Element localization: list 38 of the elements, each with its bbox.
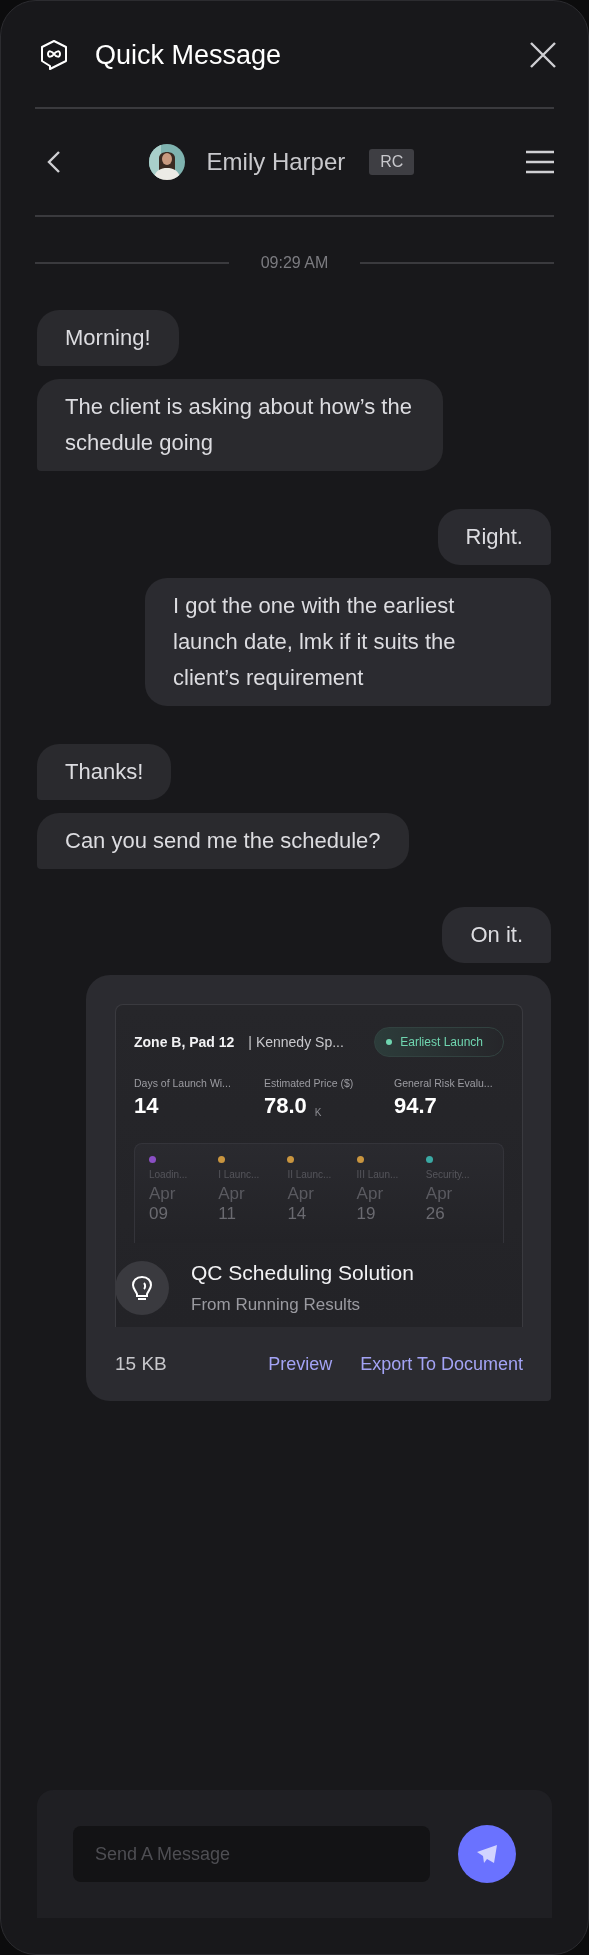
file-subtitle: From Running Results xyxy=(191,1295,362,1315)
file-title: QC Scheduling Solution xyxy=(191,1261,414,1285)
timestamp: 09:29 AM xyxy=(259,254,330,272)
milestone-day: 26 xyxy=(425,1204,495,1224)
status-badge: Earliest Launch xyxy=(374,1027,504,1057)
message-bubble: I got the one with the earliest launch date, lmk if it suits the client’s requirement xyxy=(145,578,551,706)
milestone-day: 11 xyxy=(218,1204,288,1224)
send-icon xyxy=(475,1842,499,1866)
milestone-day: 14 xyxy=(287,1204,357,1224)
file-action-link[interactable]: Preview xyxy=(268,1353,333,1375)
metric-label: Days of Launch Wi... xyxy=(134,1077,232,1089)
chat-logo-icon xyxy=(39,39,69,71)
contact-name: Emily Harper xyxy=(206,148,346,176)
message-bubble: Can you send me the schedule? xyxy=(37,813,409,869)
send-button[interactable] xyxy=(458,1825,516,1883)
back-icon[interactable] xyxy=(47,150,61,174)
contact-tag: RC xyxy=(369,149,415,175)
zone-label: Zone B, Pad 12 xyxy=(134,1034,235,1050)
metric-value: 14 xyxy=(134,1093,159,1119)
metric-value: 78.0 xyxy=(264,1093,307,1119)
metric-value: 94.7 xyxy=(394,1093,437,1119)
file-action-link[interactable]: Export To Document xyxy=(360,1353,523,1375)
file-size: 15 KB xyxy=(115,1353,168,1375)
close-icon[interactable] xyxy=(530,42,556,68)
message-bubble: Thanks! xyxy=(37,744,172,800)
message-bubble: Right. xyxy=(437,509,551,565)
window-title: Quick Message xyxy=(95,39,283,71)
milestone-day: 19 xyxy=(356,1204,426,1224)
metric-unit: K xyxy=(314,1107,322,1119)
milestone-day: 09 xyxy=(149,1204,219,1224)
message-bubble: On it. xyxy=(442,907,551,963)
message-input[interactable]: Send A Message xyxy=(73,1826,430,1882)
message-bubble: The client is asking about how’s the schedule going xyxy=(37,379,443,471)
metric-label: General Risk Evalu... xyxy=(394,1077,494,1089)
site-label: | Kennedy Sp... xyxy=(248,1034,345,1050)
metric-label: Estimated Price ($) xyxy=(264,1077,355,1089)
message-bubble: Morning! xyxy=(37,310,179,366)
menu-icon[interactable] xyxy=(526,150,554,174)
